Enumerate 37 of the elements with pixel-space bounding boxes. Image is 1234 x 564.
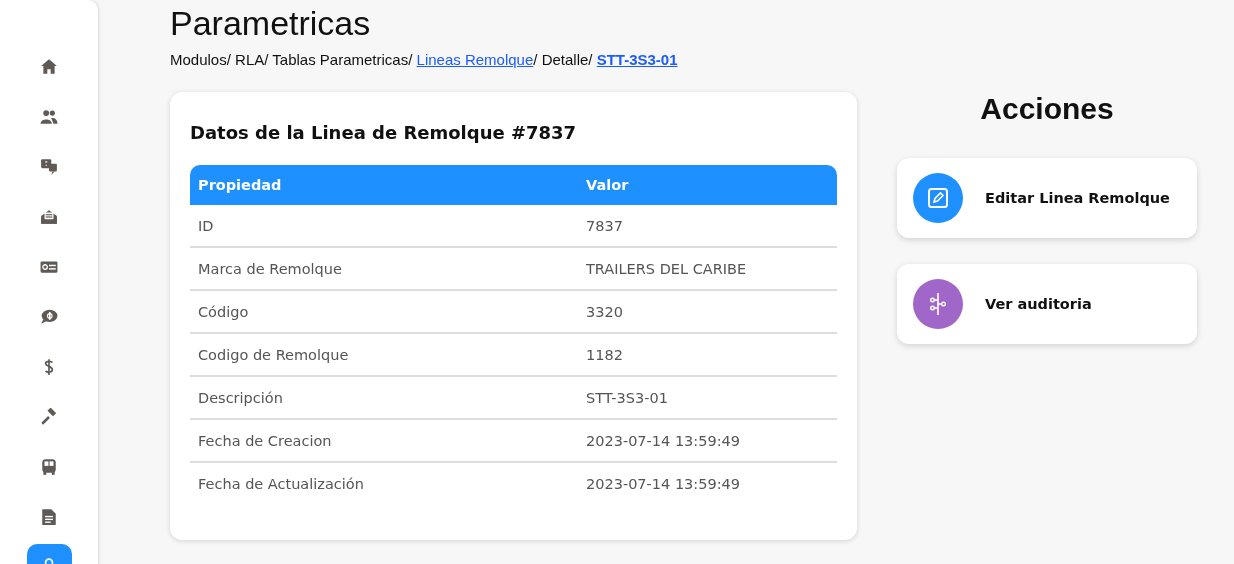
column-header: Propiedad	[190, 165, 578, 205]
table-cell: Fecha de Actualización	[190, 462, 578, 504]
actions-title: Acciones	[979, 92, 1115, 126]
table-cell: Código	[190, 290, 578, 333]
breadcrumb-item: Modulos	[170, 51, 227, 68]
document-icon	[40, 507, 58, 526]
people-icon	[40, 107, 58, 126]
table-cell: TRAILERS DEL CARIBE	[578, 247, 837, 290]
table-cell: 2023-07-14 13:59:49	[578, 462, 837, 504]
card-title: Datos de la Linea de Remolque #7837	[190, 122, 578, 143]
home-icon	[40, 57, 58, 76]
breadcrumb-item: Tablas Parametricas	[272, 51, 409, 68]
table-cell: 1182	[578, 333, 837, 376]
breadcrumb-current[interactable]: STT-3S3-01	[596, 51, 678, 68]
breadcrumb-separator: /	[226, 51, 231, 68]
breadcrumb-separator: /	[588, 51, 593, 68]
breadcrumb-item: Detalle	[541, 51, 589, 68]
breadcrumb-separator: /	[533, 51, 538, 68]
table-cell: 7837	[578, 205, 837, 247]
gavel-icon	[40, 407, 58, 426]
breadcrumb-item: RLA	[235, 51, 265, 68]
column-header: Valor	[578, 165, 837, 205]
page-title: Parametricas	[170, 4, 372, 43]
table-cell: 3320	[578, 290, 837, 333]
table-cell: Codigo de Remolque	[190, 333, 578, 376]
breadcrumb-separator: /	[264, 51, 269, 68]
table-cell: Fecha de Creacion	[190, 419, 578, 462]
table-cell: Marca de Remolque	[190, 247, 578, 290]
table-cell: STT-3S3-01	[578, 376, 837, 419]
table-cell: Descripción	[190, 376, 578, 419]
table-cell: ID	[190, 205, 578, 247]
breadcrumb-link[interactable]: Lineas Remolque	[416, 51, 534, 68]
breadcrumb-separator: /	[408, 51, 413, 68]
table-cell: 2023-07-14 13:59:49	[578, 419, 837, 462]
bus-icon	[40, 457, 58, 476]
action-button[interactable]: Ver auditoria	[897, 264, 1197, 344]
action-button[interactable]: Editar Linea Remolque	[897, 158, 1197, 238]
